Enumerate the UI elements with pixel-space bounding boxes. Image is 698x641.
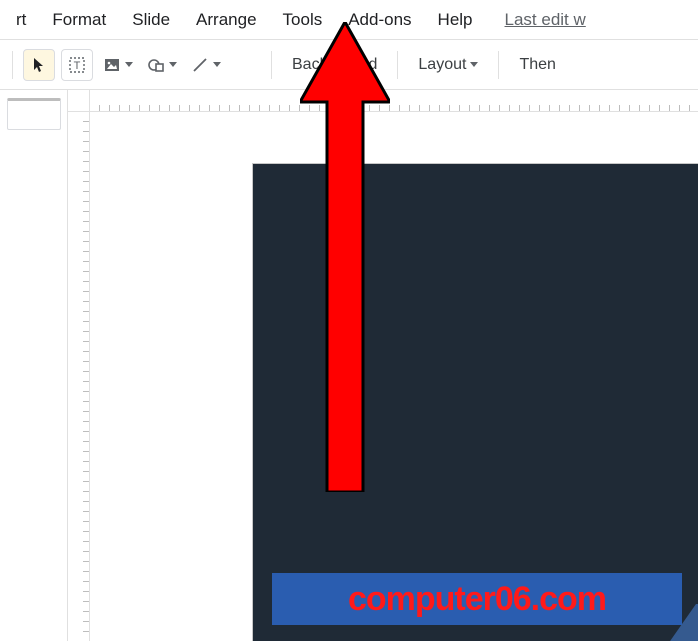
menu-insert[interactable]: rt xyxy=(4,6,38,34)
theme-button[interactable]: Then xyxy=(509,52,565,78)
canvas-area[interactable] xyxy=(68,90,698,641)
toolbar-separator xyxy=(498,51,499,79)
textbox-button[interactable]: T xyxy=(61,49,93,81)
chevron-down-icon xyxy=(169,62,177,67)
theme-label: Then xyxy=(519,56,555,74)
layout-label: Layout xyxy=(418,56,466,74)
shape-button[interactable] xyxy=(143,49,181,81)
menu-tools[interactable]: Tools xyxy=(271,6,335,34)
line-button[interactable] xyxy=(187,49,225,81)
select-tool-button[interactable] xyxy=(23,49,55,81)
textbox-icon: T xyxy=(68,56,86,74)
menu-format[interactable]: Format xyxy=(40,6,118,34)
watermark: computer06.com xyxy=(272,573,682,625)
line-icon xyxy=(191,56,209,74)
toolbar-separator xyxy=(397,51,398,79)
slide-panel[interactable] xyxy=(0,90,68,641)
layout-button[interactable]: Layout xyxy=(408,52,488,78)
chevron-down-icon xyxy=(125,62,133,67)
work-area xyxy=(0,90,698,641)
cursor-icon xyxy=(31,57,47,73)
chevron-down-icon xyxy=(470,62,478,67)
last-edit-link[interactable]: Last edit w xyxy=(505,10,586,30)
chevron-down-icon xyxy=(213,62,221,67)
background-label: Background xyxy=(292,56,377,74)
background-button[interactable]: Background xyxy=(282,52,387,78)
toolbar: T Background Layout Then xyxy=(0,40,698,90)
horizontal-ruler xyxy=(90,90,698,112)
watermark-text: computer06.com xyxy=(348,580,606,619)
svg-text:T: T xyxy=(74,60,81,72)
menu-addons[interactable]: Add-ons xyxy=(336,6,423,34)
toolbar-separator xyxy=(271,51,272,79)
shape-icon xyxy=(147,56,165,74)
menu-slide[interactable]: Slide xyxy=(120,6,182,34)
slide-canvas[interactable] xyxy=(253,164,698,641)
menu-bar: rt Format Slide Arrange Tools Add-ons He… xyxy=(0,0,698,40)
image-icon xyxy=(103,56,121,74)
menu-arrange[interactable]: Arrange xyxy=(184,6,268,34)
ruler-corner xyxy=(68,90,90,112)
toolbar-separator xyxy=(12,51,13,79)
menu-help[interactable]: Help xyxy=(426,6,485,34)
vertical-ruler xyxy=(68,112,90,641)
slide-thumbnail[interactable] xyxy=(7,98,61,130)
image-button[interactable] xyxy=(99,49,137,81)
